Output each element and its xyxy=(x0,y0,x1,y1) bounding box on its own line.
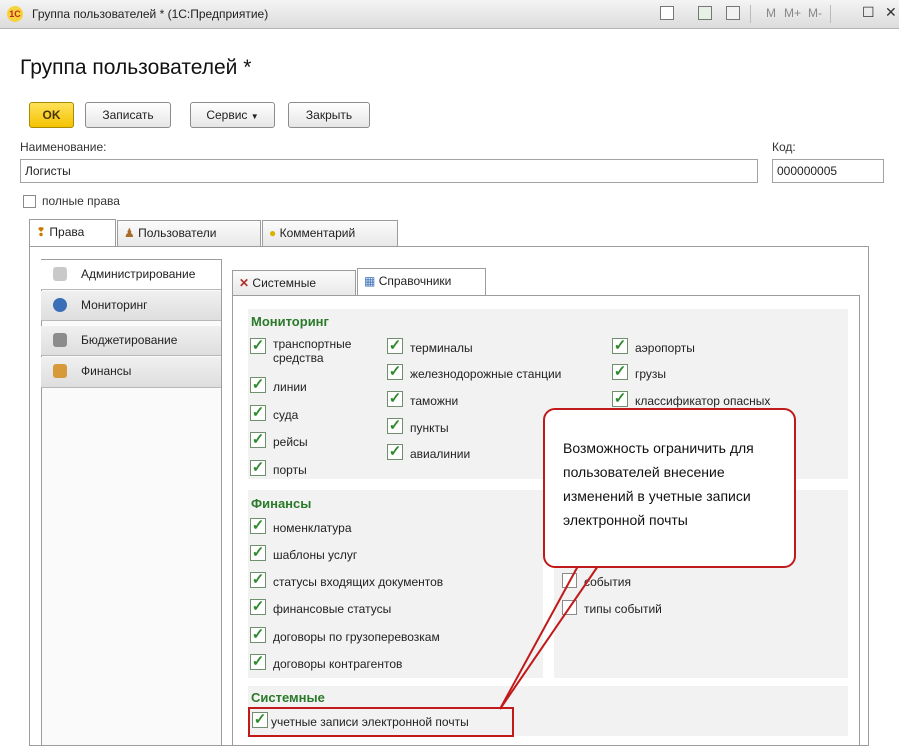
callout-pointer-line xyxy=(499,565,579,710)
callout-pointer-line xyxy=(499,565,599,710)
callout-box: Возможность ограничить для пользователей… xyxy=(543,408,796,568)
callout-pointer xyxy=(499,565,599,710)
callout-text: Возможность ограничить для пользователей… xyxy=(563,440,754,528)
